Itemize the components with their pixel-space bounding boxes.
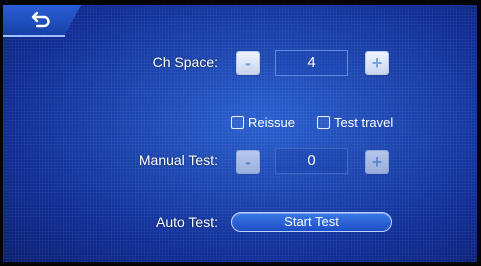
ch-space-value: 4 bbox=[275, 50, 348, 76]
reissue-label: Reissue bbox=[248, 115, 295, 130]
back-arrow-icon bbox=[31, 11, 50, 28]
test-travel-label: Test travel bbox=[334, 115, 394, 130]
ch-space-plus-button[interactable]: + bbox=[366, 52, 388, 74]
ch-space-label: Ch Space: bbox=[152, 54, 218, 70]
reissue-checkbox-box[interactable] bbox=[231, 116, 244, 129]
back-tab-edge bbox=[3, 35, 65, 37]
manual-test-plus-button[interactable]: + bbox=[366, 151, 388, 173]
reissue-checkbox[interactable]: Reissue bbox=[231, 115, 295, 130]
ch-space-minus-button[interactable]: - bbox=[237, 52, 259, 74]
back-button[interactable] bbox=[3, 5, 81, 37]
test-travel-checkbox[interactable]: Test travel bbox=[317, 115, 393, 130]
manual-test-minus-button[interactable]: - bbox=[237, 151, 259, 173]
start-test-button[interactable]: Start Test bbox=[231, 212, 392, 232]
test-travel-checkbox-box[interactable] bbox=[317, 116, 330, 129]
manual-test-label: Manual Test: bbox=[138, 152, 218, 168]
auto-test-label: Auto Test: bbox=[155, 214, 218, 230]
screen: Ch Space: - 4 + Reissue Test travel Manu… bbox=[3, 5, 477, 262]
manual-test-value: 0 bbox=[275, 148, 348, 174]
